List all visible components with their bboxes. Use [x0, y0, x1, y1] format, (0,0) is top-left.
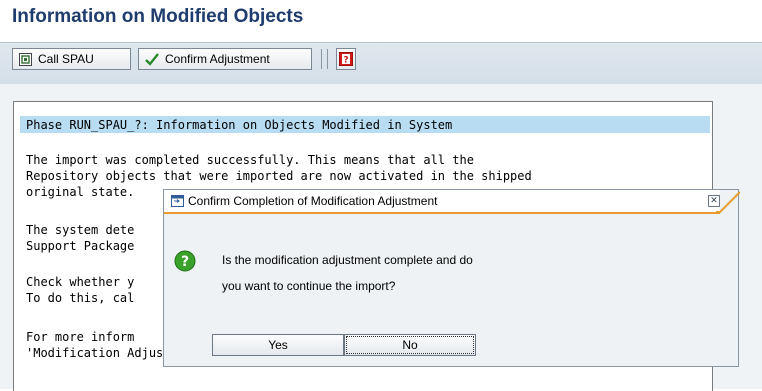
svg-text:?: ? — [181, 254, 189, 270]
log-line: To do this, cal — [26, 291, 135, 305]
log-line: Repository objects that were imported ar… — [26, 169, 532, 183]
dialog-message-line-2: you want to continue the import? — [222, 279, 396, 293]
toolbar-separator — [321, 49, 322, 69]
help-icon: ? — [339, 52, 353, 66]
execute-icon — [19, 52, 32, 66]
close-icon[interactable]: ✕ — [708, 195, 720, 207]
toolbar-separator — [327, 49, 328, 69]
question-icon: ? — [174, 250, 196, 272]
call-spau-label: Call SPAU — [38, 52, 94, 66]
page-title: Information on Modified Objects — [12, 6, 304, 27]
dialog-message-line-1: Is the modification adjustment complete … — [222, 253, 473, 267]
dialog-titlebar: Confirm Completion of Modification Adjus… — [164, 190, 720, 214]
log-line: The system dete — [26, 223, 135, 237]
application-toolbar: Call SPAU Confirm Adjustment ? — [0, 42, 762, 85]
confirm-dialog: Confirm Completion of Modification Adjus… — [163, 189, 740, 367]
log-line: original state. — [26, 185, 135, 199]
log-line: The import was completed successfully. T… — [26, 153, 474, 167]
log-line: Support Package — [26, 239, 135, 253]
dialog-title: Confirm Completion of Modification Adjus… — [188, 194, 438, 208]
no-button[interactable]: No — [344, 334, 476, 356]
dialog-window-icon — [171, 195, 184, 207]
svg-text:?: ? — [343, 56, 348, 66]
log-line: Check whether y — [26, 275, 135, 289]
log-line: For more inform — [26, 330, 135, 344]
confirm-adjustment-label: Confirm Adjustment — [165, 52, 270, 66]
confirm-adjustment-button[interactable]: Confirm Adjustment — [138, 48, 312, 70]
help-button[interactable]: ? — [336, 48, 356, 70]
phase-line: Phase RUN_SPAU_?: Information on Objects… — [26, 118, 453, 132]
yes-button[interactable]: Yes — [212, 334, 344, 356]
call-spau-button[interactable]: Call SPAU — [12, 48, 131, 70]
checkmark-icon — [145, 52, 159, 66]
